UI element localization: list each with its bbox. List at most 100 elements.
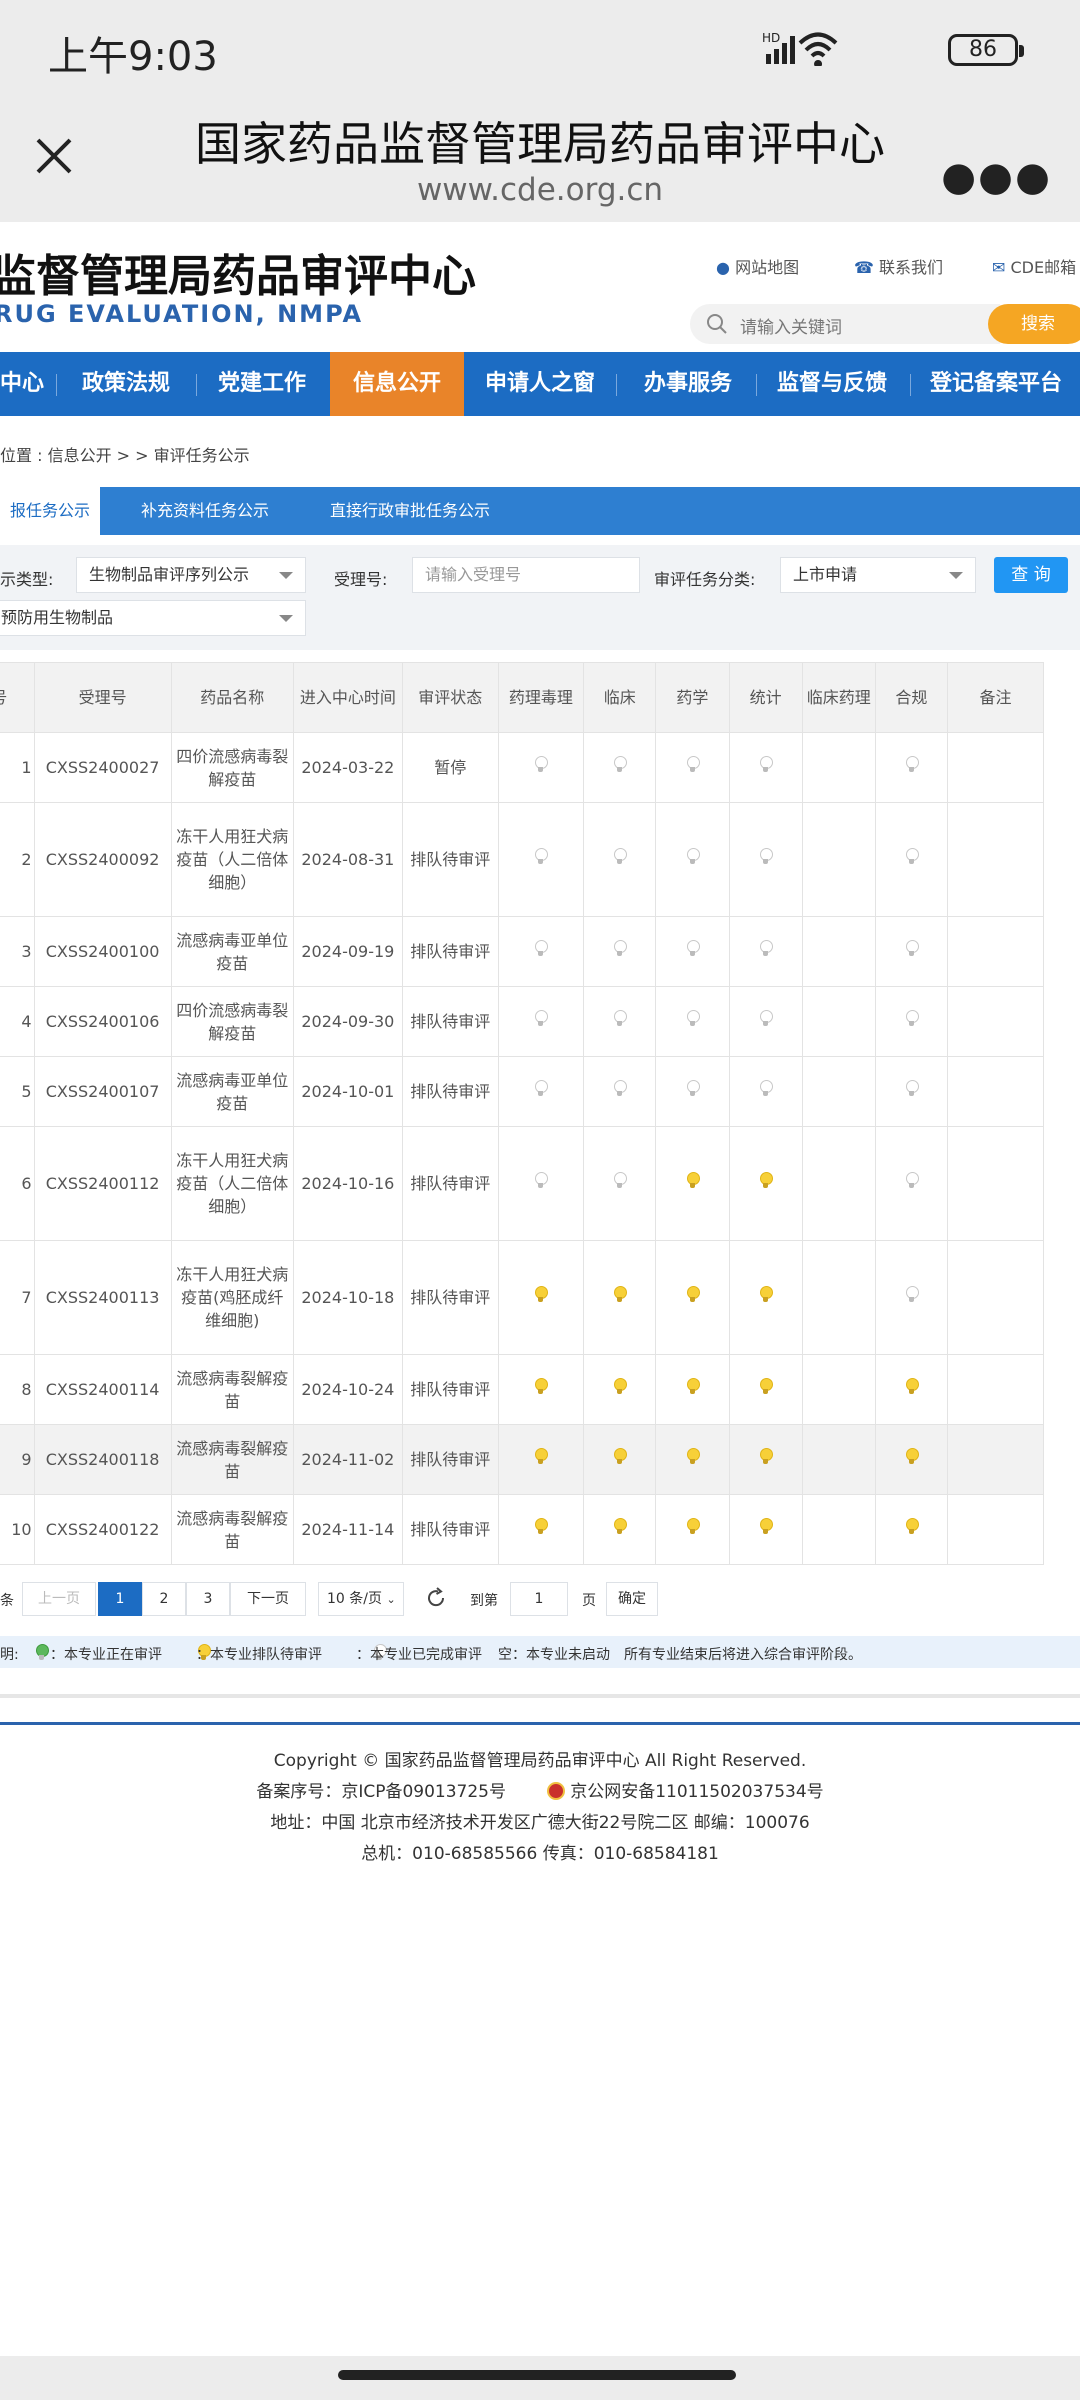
category-select[interactable]: 上市申请 xyxy=(780,557,976,593)
footer-copyright: Copyright © 国家药品监督管理局药品审评中心 All Right Re… xyxy=(273,1751,807,1771)
review-light-cell xyxy=(874,1126,948,1241)
signal-wifi-icon: HD xyxy=(762,31,838,68)
row-number: 5 xyxy=(0,1056,35,1127)
table-row: 1 CXSS2400027 四价流感病毒裂解疫苗 2024-03-22 暂停 xyxy=(0,732,1045,803)
row-drug-name: 流感病毒裂解疫苗 xyxy=(170,1494,294,1565)
page-1-button[interactable]: 1 xyxy=(98,1582,142,1616)
table-row: 8 CXSS2400114 流感病毒裂解疫苗 2024-10-24 排队待审评 xyxy=(0,1354,1045,1425)
review-light-cell xyxy=(497,1494,585,1565)
row-accept-number[interactable]: CXSS2400107 xyxy=(33,1056,172,1127)
row-accept-number[interactable]: CXSS2400118 xyxy=(33,1424,172,1495)
review-light-cell xyxy=(497,1354,585,1425)
row-number: 9 xyxy=(0,1424,35,1495)
review-light-cell xyxy=(655,1494,730,1565)
battery-indicator: 86 xyxy=(948,34,1024,66)
police-record[interactable]: 京公网安备11011502037534号 xyxy=(570,1782,823,1802)
row-status: 排队待审评 xyxy=(401,1126,499,1241)
row-drug-name: 四价流感病毒裂解疫苗 xyxy=(170,986,294,1057)
row-accept-number[interactable]: CXSS2400027 xyxy=(33,732,172,803)
row-accept-number[interactable]: CXSS2400106 xyxy=(33,986,172,1057)
bulb-gray-icon xyxy=(614,1080,628,1097)
nav-item-info[interactable]: 信息公开 xyxy=(330,352,464,416)
nav-item-supervision[interactable]: 监督与反馈 xyxy=(762,352,902,416)
row-status: 排队待审评 xyxy=(401,1240,499,1355)
bulb-green-icon xyxy=(36,1644,49,1661)
page-3-button[interactable]: 3 xyxy=(186,1582,230,1616)
goto-page-input[interactable]: 1 xyxy=(510,1582,568,1616)
site-map-link[interactable]: ● 网站地图 xyxy=(716,254,799,278)
review-light-cell xyxy=(497,1240,585,1355)
next-page-button[interactable]: 下一页 xyxy=(230,1582,306,1616)
cde-mail-link[interactable]: ✉ CDE邮箱 xyxy=(992,254,1076,278)
bulb-gray-icon xyxy=(535,756,549,773)
icp-record[interactable]: 备案序号：京ICP备09013725号 xyxy=(256,1782,506,1802)
nav-item-party[interactable]: 党建工作 xyxy=(202,352,322,416)
row-accept-number[interactable]: CXSS2400100 xyxy=(33,916,172,987)
row-drug-name: 四价流感病毒裂解疫苗 xyxy=(170,732,294,803)
review-light-cell xyxy=(801,1240,876,1355)
row-status: 排队待审评 xyxy=(401,1424,499,1495)
row-enter-date: 2024-09-30 xyxy=(292,986,403,1057)
subtype-select[interactable]: 预防用生物制品 xyxy=(0,600,306,636)
status-bar: 上午9:03 HD 86 xyxy=(0,0,1080,96)
row-number: 4 xyxy=(0,986,35,1057)
table-row: 5 CXSS2400107 流感病毒亚单位疫苗 2024-10-01 排队待审评 xyxy=(0,1056,1045,1127)
review-light-cell xyxy=(583,1240,657,1355)
contact-us-link[interactable]: ☎ 联系我们 xyxy=(854,254,943,278)
review-light-cell xyxy=(583,1494,657,1565)
nav-item-policy[interactable]: 政策法规 xyxy=(66,352,186,416)
query-button[interactable]: 查 询 xyxy=(994,557,1068,593)
accept-number-input[interactable]: 请输入受理号 xyxy=(412,557,640,593)
row-accept-number[interactable]: CXSS2400114 xyxy=(33,1354,172,1425)
row-status: 排队待审评 xyxy=(401,802,499,917)
home-indicator[interactable] xyxy=(338,2370,736,2380)
nav-item-center[interactable]: 中心 xyxy=(0,352,44,416)
breadcrumb: 位置 : 信息公开 > > 审评任务公示 xyxy=(0,446,250,465)
review-light-cell xyxy=(655,1424,730,1495)
table-row: 4 CXSS2400106 四价流感病毒裂解疫苗 2024-09-30 排队待审评 xyxy=(0,986,1045,1057)
page-2-button[interactable]: 2 xyxy=(142,1582,186,1616)
review-light-cell xyxy=(801,1354,876,1425)
tab-bar: 报任务公示 补充资料任务公示 直接行政审批任务公示 xyxy=(0,487,1080,535)
type-label: 示类型: xyxy=(0,570,54,589)
row-enter-date: 2024-11-14 xyxy=(292,1494,403,1565)
nav-item-applicant[interactable]: 申请人之窗 xyxy=(470,352,610,416)
col-enter-date: 进入中心时间 xyxy=(292,662,403,733)
row-remark xyxy=(946,1424,1045,1495)
legend-prefix: 明: xyxy=(0,1647,19,1663)
browser-title: 国家药品监督管理局药品审评中心 xyxy=(195,117,885,171)
row-remark xyxy=(946,1056,1045,1127)
review-light-cell xyxy=(728,1494,803,1565)
row-accept-number[interactable]: CXSS2400092 xyxy=(33,802,172,917)
row-accept-number[interactable]: CXSS2400113 xyxy=(33,1240,172,1355)
type-select[interactable]: 生物制品审评序列公示 xyxy=(76,557,306,593)
row-number: 1 xyxy=(0,732,35,803)
row-enter-date: 2024-10-24 xyxy=(292,1354,403,1425)
bulb-gray-icon xyxy=(760,1080,774,1097)
review-light-cell xyxy=(655,916,730,987)
refresh-icon[interactable] xyxy=(424,1586,448,1614)
tab-supplement-task[interactable]: 补充资料任务公示 xyxy=(120,487,290,535)
col-pharm-tox: 药理毒理 xyxy=(497,662,585,733)
bulb-gray-icon xyxy=(614,1172,628,1189)
nav-item-registration[interactable]: 登记备案平台 xyxy=(916,352,1076,416)
search-input[interactable]: 请输入关键词 xyxy=(690,304,1000,344)
confirm-goto-button[interactable]: 确定 xyxy=(606,1582,658,1616)
browser-header: 国家药品监督管理局药品审评中心 www.cde.org.cn ●●● xyxy=(0,96,1080,222)
network-type: HD xyxy=(762,31,780,45)
review-light-cell xyxy=(497,986,585,1057)
row-accept-number[interactable]: CXSS2400122 xyxy=(33,1494,172,1565)
per-page-select[interactable]: 10 条/页 ⌄ xyxy=(318,1582,404,1616)
tab-direct-approval[interactable]: 直接行政审批任务公示 xyxy=(310,487,510,535)
nav-item-service[interactable]: 办事服务 xyxy=(622,352,754,416)
review-light-cell xyxy=(497,1424,585,1495)
legend-in-review: ：本专业正在审评 xyxy=(50,1647,162,1663)
row-accept-number[interactable]: CXSS2400112 xyxy=(33,1126,172,1241)
prev-page-button[interactable]: 上一页 xyxy=(22,1582,96,1616)
review-light-cell xyxy=(801,802,876,917)
search-button[interactable]: 搜索 xyxy=(988,304,1080,344)
row-number: 6 xyxy=(0,1126,35,1241)
more-options-icon[interactable]: ●●● xyxy=(941,154,1052,200)
row-enter-date: 2024-11-02 xyxy=(292,1424,403,1495)
tab-review-task[interactable]: 报任务公示 xyxy=(0,487,100,535)
